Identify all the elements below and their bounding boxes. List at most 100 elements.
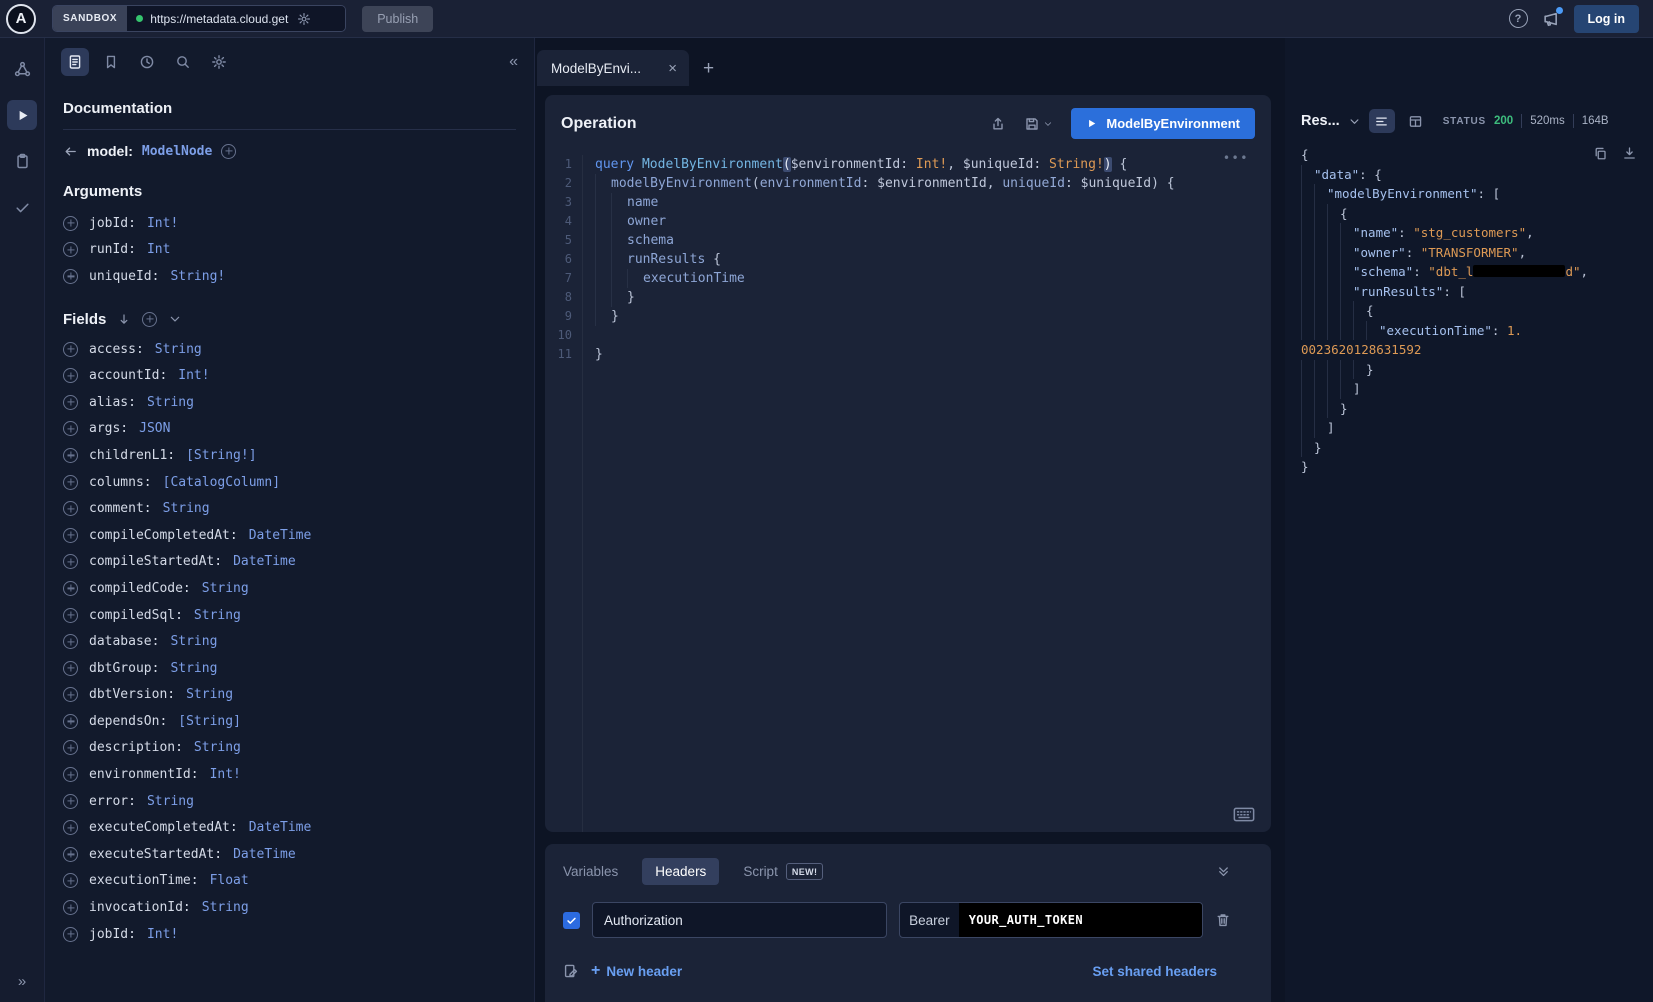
field-item[interactable]: alias:String	[63, 389, 516, 416]
field-item[interactable]: dependsOn:[String]	[63, 708, 516, 735]
field-item[interactable]: error:String	[63, 788, 516, 815]
member-type[interactable]: String	[170, 661, 217, 676]
member-type[interactable]: Int!	[147, 216, 178, 231]
operation-tab[interactable]: ModelByEnvi... ×	[537, 50, 689, 86]
member-type[interactable]: JSON	[139, 421, 170, 436]
new-tab-button[interactable]: +	[703, 59, 714, 78]
field-item[interactable]: invocationId:String	[63, 894, 516, 921]
response-title[interactable]: Res...	[1301, 113, 1340, 129]
field-item[interactable]: environmentId:Int!	[63, 761, 516, 788]
add-to-query-icon[interactable]	[63, 714, 78, 729]
collapse-panel-button[interactable]: «	[509, 53, 518, 71]
argument-item[interactable]: runId:Int	[63, 237, 516, 264]
member-type[interactable]: Int	[147, 242, 170, 257]
header-enabled-checkbox[interactable]	[563, 912, 580, 929]
add-to-query-icon[interactable]	[63, 475, 78, 490]
rail-item-checks[interactable]	[7, 192, 37, 222]
run-operation-button[interactable]: ModelByEnvironment	[1071, 108, 1255, 139]
add-fields-icon[interactable]	[142, 312, 157, 327]
add-to-query-icon[interactable]	[63, 927, 78, 942]
settings-gear-icon[interactable]	[205, 48, 233, 76]
field-item[interactable]: accountId:Int!	[63, 362, 516, 389]
save-operation-icon[interactable]	[1024, 116, 1053, 132]
header-value-input[interactable]: Bearer YOUR_AUTH_TOKEN	[899, 902, 1203, 938]
publish-button[interactable]: Publish	[362, 6, 433, 32]
add-to-query-icon[interactable]	[63, 740, 78, 755]
member-type[interactable]: [CatalogColumn]	[163, 475, 280, 490]
field-item[interactable]: description:String	[63, 735, 516, 762]
help-icon[interactable]: ?	[1509, 9, 1528, 28]
member-type[interactable]: String	[194, 740, 241, 755]
field-item[interactable]: compileCompletedAt:DateTime	[63, 522, 516, 549]
member-type[interactable]: DateTime	[249, 820, 312, 835]
documentation-tab-icon[interactable]	[61, 48, 89, 76]
keyboard-shortcuts-icon[interactable]	[1233, 807, 1255, 822]
add-to-query-icon[interactable]	[63, 767, 78, 782]
member-type[interactable]: Int!	[178, 368, 209, 383]
add-to-query-icon[interactable]	[63, 269, 78, 284]
set-shared-headers-button[interactable]: Set shared headers	[1092, 964, 1217, 979]
add-to-query-icon[interactable]	[63, 608, 78, 623]
member-type[interactable]: String	[202, 900, 249, 915]
close-tab-icon[interactable]: ×	[668, 60, 677, 77]
add-to-query-icon[interactable]	[63, 216, 78, 231]
add-to-query-icon[interactable]	[63, 661, 78, 676]
editor-menu-icon[interactable]: •••	[1223, 151, 1249, 165]
announcements-icon[interactable]	[1542, 10, 1560, 28]
member-type[interactable]: [String!]	[186, 448, 256, 463]
add-to-query-icon[interactable]	[63, 900, 78, 915]
login-button[interactable]: Log in	[1574, 5, 1640, 33]
add-to-query-icon[interactable]	[63, 448, 78, 463]
member-type[interactable]: String	[194, 608, 241, 623]
add-to-query-icon[interactable]	[63, 528, 78, 543]
tab-headers[interactable]: Headers	[642, 858, 719, 885]
field-item[interactable]: comment:String	[63, 495, 516, 522]
search-icon[interactable]	[169, 48, 197, 76]
member-type[interactable]: String	[155, 342, 202, 357]
editor-code-area[interactable]: query ModelByEnvironment($environmentId:…	[583, 155, 1271, 832]
member-type[interactable]: String!	[170, 269, 225, 284]
add-to-query-icon[interactable]	[63, 873, 78, 888]
add-to-query-icon[interactable]	[63, 554, 78, 569]
rail-item-schema[interactable]	[7, 54, 37, 84]
member-type[interactable]: DateTime	[249, 528, 312, 543]
add-to-query-icon[interactable]	[63, 581, 78, 596]
history-icon[interactable]	[133, 48, 161, 76]
save-dropdown-chevron-icon[interactable]	[1043, 119, 1053, 129]
field-item[interactable]: executeStartedAt:DateTime	[63, 841, 516, 868]
member-type[interactable]: String	[202, 581, 249, 596]
table-view-icon[interactable]	[1403, 109, 1429, 133]
add-to-query-icon[interactable]	[63, 421, 78, 436]
apollo-logo[interactable]: A	[6, 4, 36, 34]
field-item[interactable]: compiledSql:String	[63, 602, 516, 629]
rail-item-explorer[interactable]	[7, 100, 37, 130]
sort-descending-icon[interactable]	[117, 312, 131, 326]
back-button[interactable]	[63, 144, 78, 159]
expand-sidebar-button[interactable]: »	[18, 973, 26, 990]
field-item[interactable]: executeCompletedAt:DateTime	[63, 814, 516, 841]
add-to-query-icon[interactable]	[63, 847, 78, 862]
member-type[interactable]: [String]	[178, 714, 241, 729]
endpoint-url-input[interactable]: https://metadata.cloud.get	[127, 6, 345, 31]
add-all-fields-icon[interactable]	[221, 144, 236, 159]
header-key-input[interactable]	[592, 902, 887, 938]
add-to-query-icon[interactable]	[63, 687, 78, 702]
query-editor[interactable]: 1234567891011 query ModelByEnvironment($…	[545, 149, 1271, 832]
copy-response-icon[interactable]	[1593, 146, 1608, 161]
field-item[interactable]: compileStartedAt:DateTime	[63, 549, 516, 576]
tab-variables[interactable]: Variables	[563, 864, 618, 879]
breadcrumb-type[interactable]: ModelNode	[142, 144, 212, 159]
share-operation-icon[interactable]	[990, 116, 1006, 132]
add-to-query-icon[interactable]	[63, 794, 78, 809]
add-to-query-icon[interactable]	[63, 342, 78, 357]
member-type[interactable]: DateTime	[233, 847, 296, 862]
add-to-query-icon[interactable]	[63, 501, 78, 516]
member-type[interactable]: String	[186, 687, 233, 702]
member-type[interactable]: Int!	[210, 767, 241, 782]
new-header-button[interactable]: + New header	[591, 962, 682, 980]
response-title-chevron-icon[interactable]	[1348, 115, 1361, 128]
field-item[interactable]: compiledCode:String	[63, 575, 516, 602]
collapse-bottom-panel-icon[interactable]	[1216, 864, 1231, 879]
add-to-query-icon[interactable]	[63, 395, 78, 410]
field-item[interactable]: jobId:Int!	[63, 921, 516, 948]
